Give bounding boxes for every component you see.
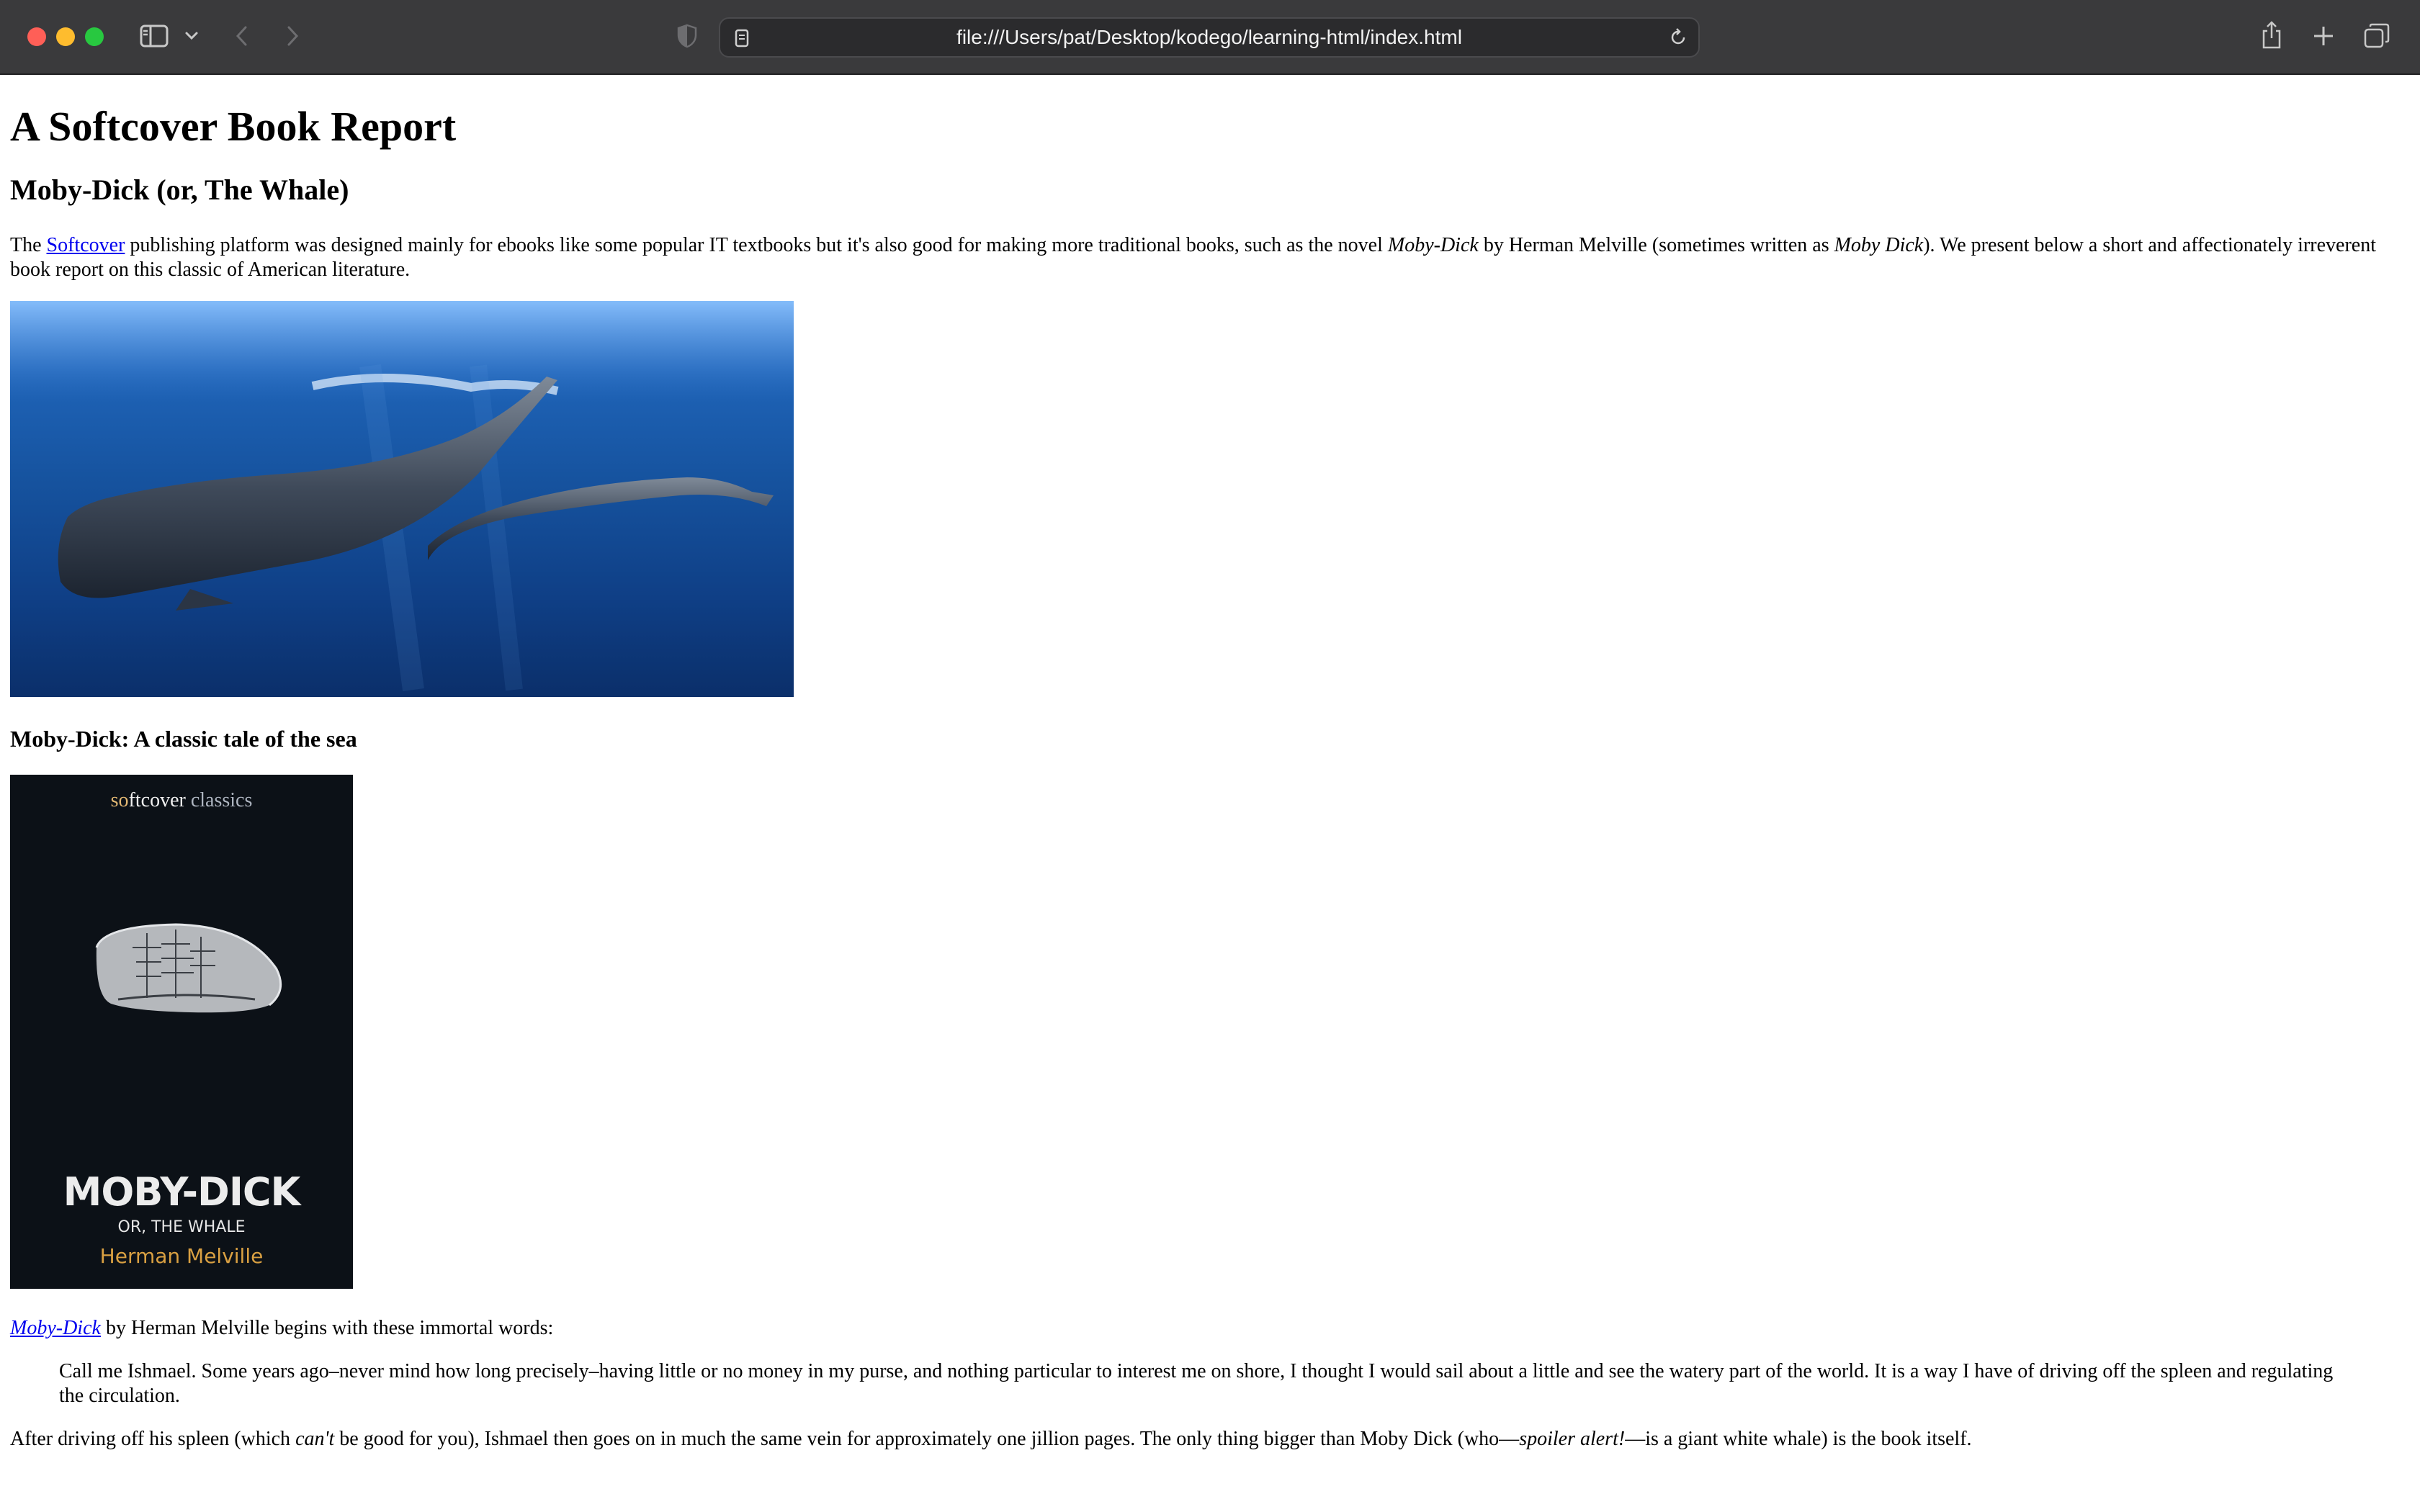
whale-photo	[10, 301, 794, 697]
zoom-window-button[interactable]	[85, 27, 104, 46]
tab-overview-icon[interactable]	[2361, 20, 2393, 52]
closing-text: —is a giant white whale) is the book its…	[1625, 1428, 1972, 1450]
chevron-down-icon[interactable]	[182, 26, 202, 46]
sidebar-toggle-icon[interactable]	[138, 22, 170, 50]
book-heading: Moby-Dick (or, The Whale)	[10, 174, 349, 206]
closing-paragraph: After driving off his spleen (which can'…	[10, 1427, 2410, 1452]
closing-text: After driving off his spleen (which	[10, 1428, 296, 1450]
cover-subtitle: OR, THE WHALE	[117, 1218, 246, 1236]
cover-author: Herman Melville	[99, 1244, 264, 1268]
page-title: A Softcover Book Report	[10, 103, 457, 150]
address-bar[interactable]: file:///Users/pat/Desktop/kodego/learnin…	[719, 17, 1700, 58]
novel-title: Moby-Dick	[1387, 234, 1479, 256]
spoiler-emphasis: spoiler alert!	[1519, 1428, 1626, 1450]
intro-text: publishing platform was designed mainly …	[125, 234, 1388, 256]
cover-brand: softcover classics	[10, 789, 353, 812]
new-tab-icon[interactable]	[2308, 20, 2339, 52]
image-caption-heading: Moby-Dick: A classic tale of the sea	[10, 726, 357, 752]
closing-text: be good for you), Ishmael then goes on i…	[334, 1428, 1520, 1450]
opening-text: by Herman Melville begins with these imm…	[100, 1317, 554, 1339]
intro-paragraph: The Softcover publishing platform was de…	[10, 233, 2410, 282]
page-content: A Softcover Book Report Moby-Dick (or, T…	[0, 76, 2420, 1512]
brand-classics: classics	[185, 789, 253, 811]
url-text[interactable]: file:///Users/pat/Desktop/kodego/learnin…	[720, 19, 1698, 56]
scrimshaw-illustration	[89, 919, 291, 1020]
cant-emphasis: can't	[295, 1428, 335, 1450]
browser-toolbar: file:///Users/pat/Desktop/kodego/learnin…	[0, 0, 2420, 75]
opening-quote: Call me Ishmael. Some years ago–never mi…	[59, 1360, 2334, 1407]
brand-so: so	[110, 789, 129, 811]
intro-text: by Herman Melville (sometimes written as	[1478, 234, 1834, 256]
moby-dick-link[interactable]: Moby-Dick	[10, 1317, 101, 1339]
moby-dick-link-text[interactable]: Moby-Dick	[10, 1317, 101, 1339]
opening-paragraph: Moby-Dick by Herman Melville begins with…	[10, 1316, 2410, 1341]
minimize-window-button[interactable]	[56, 27, 75, 46]
privacy-shield-icon[interactable]	[673, 22, 702, 50]
softcover-link[interactable]: Softcover	[47, 234, 125, 256]
book-cover-image: softcover classics MOBY-DICK OR, THE WHA…	[10, 775, 353, 1289]
brand-ftcover: ftcover	[128, 789, 186, 811]
close-window-button[interactable]	[27, 27, 46, 46]
cover-title: MOBY-DICK	[63, 1169, 301, 1215]
back-arrow-icon[interactable]	[229, 22, 255, 50]
share-icon[interactable]	[2257, 17, 2286, 53]
intro-text: The	[10, 234, 47, 256]
alt-title: Moby Dick	[1834, 234, 1924, 256]
forward-arrow-icon[interactable]	[279, 22, 305, 50]
reload-icon[interactable]	[1667, 26, 1690, 49]
